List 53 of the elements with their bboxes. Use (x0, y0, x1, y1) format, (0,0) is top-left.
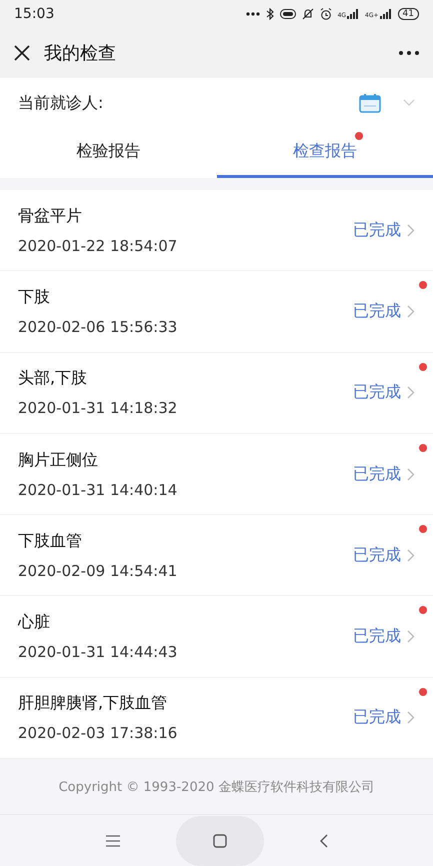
page-title: 我的检查 (44, 42, 117, 65)
report-row[interactable]: 肝胆脾胰肾,下肢血管 2020-02-03 17:38:16 已完成 (0, 678, 433, 760)
patient-label: 当前就诊人: (18, 92, 104, 114)
report-name: 肝胆脾胰肾,下肢血管 (18, 693, 168, 714)
chevron-right-icon (407, 386, 415, 400)
report-status: 已完成 (353, 300, 401, 322)
chevron-right-icon (407, 224, 415, 237)
more-icon (246, 12, 260, 16)
report-status: 已完成 (353, 464, 401, 485)
back-button[interactable] (320, 834, 328, 848)
square-icon (212, 834, 226, 848)
chevron-right-icon (407, 548, 415, 562)
copyright-text: Copyright © 1993-2020 金蝶医疗软件科技有限公司 (58, 778, 374, 796)
report-time: 2020-01-22 18:54:07 (18, 236, 178, 255)
chevron-right-icon (407, 468, 415, 481)
chevron-right-icon (407, 304, 415, 318)
battery-indicator: 41 (398, 8, 419, 20)
report-time: 2020-02-03 17:38:16 (18, 724, 178, 742)
mute-bell-icon (302, 8, 314, 20)
report-tab[interactable]: 检验报告 (0, 128, 216, 178)
report-time: 2020-02-06 15:56:33 (18, 318, 178, 336)
report-status: 已完成 (353, 626, 401, 648)
report-status: 已完成 (353, 382, 401, 404)
report-row[interactable]: 骨盆平片 2020-01-22 18:54:07 已完成 (0, 190, 433, 272)
report-row[interactable]: 心脏 2020-01-31 14:44:43 已完成 (0, 596, 433, 678)
report-name: 下肢血管 (18, 530, 83, 552)
report-name: 胸片正侧位 (18, 450, 99, 471)
report-status: 已完成 (353, 544, 401, 566)
report-time: 2020-02-09 14:54:41 (18, 562, 178, 580)
close-button[interactable] (14, 45, 30, 61)
report-row[interactable]: 下肢 2020-02-06 15:56:33 已完成 (0, 271, 433, 353)
more-button[interactable] (399, 51, 419, 55)
report-status: 已完成 (353, 707, 401, 728)
chevron-right-icon (407, 711, 415, 724)
bluetooth-icon (266, 8, 274, 20)
report-tab[interactable]: 检查报告 (216, 128, 433, 178)
report-row[interactable]: 头部,下肢 2020-01-31 14:18:32 已完成 (0, 352, 433, 434)
status-time: 15:03 (14, 6, 54, 22)
report-name: 心脏 (18, 612, 51, 634)
calendar-icon[interactable] (359, 93, 381, 113)
alarm-icon (320, 8, 332, 20)
report-time: 2020-01-31 14:40:14 (18, 480, 178, 499)
report-status: 已完成 (353, 220, 401, 241)
report-row[interactable]: 下肢血管 2020-02-09 14:54:41 已完成 (0, 515, 433, 596)
report-name: 头部,下肢 (18, 368, 88, 390)
report-row[interactable]: 胸片正侧位 2020-01-31 14:40:14 已完成 (0, 434, 433, 516)
report-time: 2020-01-31 14:18:32 (18, 399, 178, 418)
chevron-right-icon (407, 630, 415, 644)
menu-button[interactable] (106, 834, 120, 847)
toggle-icon (280, 9, 296, 19)
report-time: 2020-01-31 14:44:43 (18, 643, 178, 662)
report-name: 下肢 (18, 286, 51, 308)
report-name: 骨盆平片 (18, 206, 83, 227)
